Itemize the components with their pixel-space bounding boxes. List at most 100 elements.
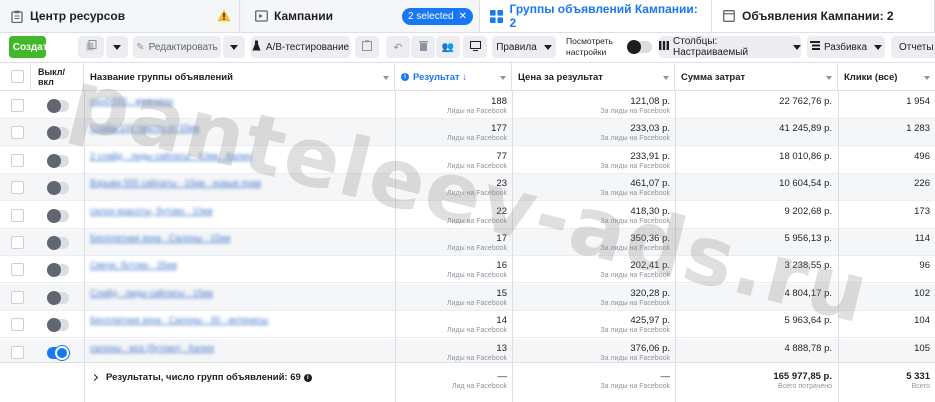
footer-result: — <box>497 371 508 382</box>
header-name[interactable]: Название группы объявлений <box>84 63 395 91</box>
column-divider <box>84 91 85 401</box>
cost-value: 350,36 р. <box>630 233 670 244</box>
header-toggle[interactable]: Выкл/ вкл <box>31 63 84 91</box>
ad-set-name-link[interactable]: 2 слайд · лиды сайлаты · 10км · Калин <box>90 151 320 161</box>
row-toggle[interactable] <box>47 318 69 333</box>
header-result[interactable]: i Результат ↓ <box>395 63 512 91</box>
row-toggle[interactable] <box>47 126 69 141</box>
row-checkbox[interactable] <box>11 290 24 304</box>
trash-icon <box>418 40 428 54</box>
row-toggle[interactable] <box>47 153 69 168</box>
toggle-knob <box>627 40 641 54</box>
header-clicks-label: Клики (все) <box>844 71 898 83</box>
column-divider <box>395 363 396 402</box>
duplicate-button[interactable] <box>78 36 104 58</box>
row-toggle[interactable] <box>47 236 69 250</box>
table-row[interactable]: Бесплатная зона · Салоны · 30 · интересы… <box>0 311 935 339</box>
select-all-checkbox[interactable] <box>11 70 24 83</box>
ad-set-name-link[interactable]: Взрывн 555 сайлаты · 15км · новые прав <box>90 178 320 188</box>
tab-resource-center-label: Центр ресурсов <box>30 9 126 23</box>
table-row[interactable]: Слайд 100 тексты от 15км 177 Лиды на Faceb… <box>0 119 935 147</box>
create-button-body[interactable]: + Создать <box>1 36 54 58</box>
result-value: 13 <box>496 342 507 354</box>
result-sub: Лиды на Facebook <box>446 245 507 252</box>
row-checkbox[interactable] <box>11 345 24 359</box>
selected-badge[interactable]: 2 selected ✕ <box>402 8 473 25</box>
footer-summary: Результаты, число групп объявлений: 69 i <box>106 372 312 383</box>
report-button[interactable] <box>355 36 379 58</box>
clipboard-icon <box>362 40 372 54</box>
audience-button[interactable]: 👥 <box>436 36 460 58</box>
ad-set-name-link[interactable]: Слайд 100 тексты от 15км <box>90 123 320 133</box>
info-icon[interactable]: i <box>303 374 312 382</box>
preview-button[interactable] <box>463 36 487 58</box>
row-checkbox[interactable] <box>11 99 24 112</box>
cost-value: 461,07 р. <box>630 178 670 190</box>
header-name-label: Название группы объявлений <box>90 71 233 83</box>
row-checkbox[interactable] <box>11 263 24 277</box>
table-row[interactable]: Взрывн 555 сайлаты · 15км · новые прав 23… <box>0 174 935 202</box>
chevron-down-icon <box>826 76 832 80</box>
clicks-value: 102 <box>914 287 930 299</box>
table-row[interactable]: Слайд · лиды сайлаты · 15км 15 Лиды на Fac… <box>0 283 935 311</box>
columns-button[interactable]: Столбцы: Настраиваемый <box>659 36 801 58</box>
row-checkbox[interactable] <box>11 126 24 140</box>
table-row[interactable]: Свечи, бутово · 25км 16 Лиды на Facebook 20… <box>0 256 935 284</box>
warning-icon[interactable] <box>217 9 231 22</box>
table-footer: Результаты, число групп объявлений: 69 i … <box>0 362 935 402</box>
row-toggle[interactable] <box>47 345 69 360</box>
result-value: 17 <box>496 233 507 244</box>
duplicate-dropdown[interactable] <box>106 36 128 58</box>
reports-button[interactable]: Отчеты <box>891 36 935 58</box>
edit-dropdown[interactable] <box>223 36 245 58</box>
table-row[interactable]: Бесплатная зона · Салоны · 15км 17 Лиды на… <box>0 229 935 256</box>
ad-set-name-link[interactable]: Свечи, бутово · 25км <box>90 260 320 270</box>
row-toggle[interactable] <box>47 263 69 278</box>
footer-clicks-sub: Всего <box>911 383 930 390</box>
tab-campaigns[interactable]: Кампании 2 selected ✕ <box>244 0 480 32</box>
ad-set-name-link[interactable]: Бесплатная зона · Салоны · 15км <box>90 233 320 243</box>
ad-set-name-link[interactable]: Бесплатная зона · Салоны · 30 · интересы <box>90 315 320 325</box>
row-toggle[interactable] <box>47 99 69 113</box>
tab-ad-sets[interactable]: Группы объявлений Кампании: 2 <box>480 0 712 32</box>
row-checkbox[interactable] <box>11 181 24 195</box>
ad-icon <box>722 9 736 23</box>
table-row[interactable]: 2 слайд · лиды сайлаты · 10км · Калин 77 Л… <box>0 147 935 174</box>
table-row[interactable]: салон красоты, бутово · 10км 22 Лиды на Fa… <box>0 202 935 229</box>
breakdown-button[interactable]: Разбивка <box>807 36 885 58</box>
result-value: 177 <box>491 123 507 135</box>
toggle-knob <box>47 181 61 196</box>
footer-spend-sub: Всего потрачено <box>778 383 832 390</box>
header-spend[interactable]: Сумма затрат <box>675 63 838 91</box>
row-toggle[interactable] <box>47 290 69 305</box>
table-header: Выкл/ вкл Название группы объявлений i Р… <box>0 62 935 91</box>
result-sub: Лиды на Facebook <box>446 299 507 307</box>
result-sub: Лиды на Facebook <box>446 190 507 198</box>
rules-button[interactable]: Правила <box>492 36 556 58</box>
close-icon[interactable]: ✕ <box>459 11 467 22</box>
header-cost[interactable]: Цена за результат <box>512 63 675 91</box>
ad-set-name-link[interactable]: салон красоты, бутово · 10км <box>90 206 320 216</box>
view-settings-toggle[interactable] <box>627 40 652 54</box>
view-settings-line2: настройки <box>566 47 607 57</box>
delete-button[interactable] <box>411 36 435 58</box>
row-checkbox[interactable] <box>11 318 24 332</box>
undo-button[interactable]: ↶ <box>386 36 410 58</box>
table-row[interactable]: сило 555 · мужчины 188 Лиды на Facebook 121… <box>0 92 935 119</box>
header-clicks[interactable]: Клики (все) <box>838 63 935 91</box>
chevron-right-icon[interactable] <box>90 373 99 382</box>
row-toggle[interactable] <box>47 181 69 196</box>
row-checkbox[interactable] <box>11 236 24 249</box>
edit-button[interactable]: ✎ Редактировать <box>133 36 221 58</box>
row-checkbox[interactable] <box>11 153 24 167</box>
ad-set-name-link[interactable]: Слайд · лиды сайлаты · 15км <box>90 288 320 298</box>
tab-ads[interactable]: Объявления Кампании: 2 <box>712 0 935 32</box>
chevron-down-icon <box>113 44 121 50</box>
tab-resource-center[interactable]: Центр ресурсов <box>0 0 240 32</box>
ad-set-name-link[interactable]: сило 555 · мужчины <box>90 96 320 106</box>
toggle-knob <box>47 236 61 250</box>
row-toggle[interactable] <box>47 208 69 223</box>
row-checkbox[interactable] <box>11 208 24 222</box>
ab-test-button[interactable]: A/B-тестирование <box>251 36 350 58</box>
ad-set-name-link[interactable]: салоны · мск (бутово) · Калия <box>90 343 320 353</box>
